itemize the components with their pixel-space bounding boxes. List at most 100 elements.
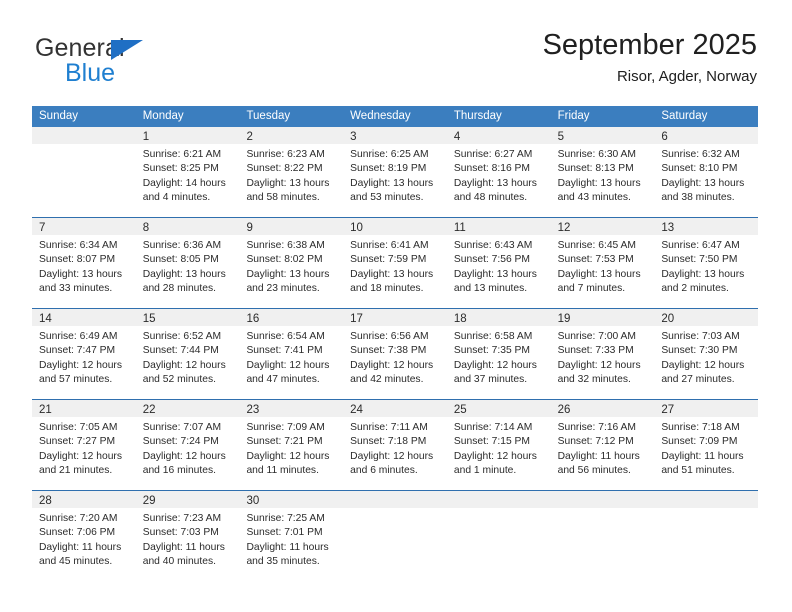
sunset-text: Sunset: 7:33 PM: [557, 345, 634, 357]
day-details: Sunrise: 7:20 AM Sunset: 7:06 PM Daylight:…: [32, 508, 136, 570]
day-details: Sunrise: 6:54 AM Sunset: 7:41 PM Daylight:…: [239, 326, 343, 388]
calendar-day-cell[interactable]: 4 Sunrise: 6:27 AM Sunset: 8:16 PM Daylight…: [446, 127, 551, 217]
sunrise-text: Sunrise: 6:32 AM: [661, 149, 740, 160]
calendar-day-cell[interactable]: 24 Sunrise: 7:11 AM Sunset: 7:18 PM Dayligh…: [343, 400, 447, 490]
sunrise-text: Sunrise: 7:09 AM: [246, 422, 325, 433]
calendar-day-cell[interactable]: 21 Sunrise: 7:05 AM Sunset: 7:27 PM Dayligh…: [32, 400, 136, 490]
day-number-band: 6: [654, 127, 759, 144]
day-details: Sunrise: 6:21 AM Sunset: 8:25 PM Daylight:…: [136, 144, 240, 206]
calendar-day-cell[interactable]: 13 Sunrise: 6:47 AM Sunset: 7:50 PM Dayligh…: [654, 218, 759, 308]
calendar-day-cell[interactable]: 19 Sunrise: 7:00 AM Sunset: 7:33 PM Dayligh…: [550, 309, 655, 399]
sunset-text: Sunset: 8:19 PM: [350, 163, 427, 175]
calendar-day-cell[interactable]: 18 Sunrise: 6:58 AM Sunset: 7:35 PM Dayligh…: [446, 309, 551, 399]
daylight-text: Daylight: 13 hours and 28 minutes.: [142, 268, 226, 295]
day-number-band: 13: [654, 218, 759, 235]
day-details: Sunrise: 7:14 AM Sunset: 7:15 PM Daylight:…: [447, 417, 551, 479]
sunrise-text: Sunrise: 7:07 AM: [142, 422, 222, 433]
daylight-text: Daylight: 11 hours and 51 minutes.: [661, 450, 744, 477]
calendar-day-cell[interactable]: 14 Sunrise: 6:49 AM Sunset: 7:47 PM Dayligh…: [32, 309, 136, 399]
sunset-text: Sunset: 7:44 PM: [142, 345, 219, 357]
sunrise-text: Sunrise: 6:34 AM: [39, 240, 118, 251]
sunrise-text: Sunrise: 6:43 AM: [453, 240, 533, 251]
calendar-day-cell[interactable]: 9 Sunrise: 6:38 AM Sunset: 8:02 PM Daylight…: [239, 218, 344, 308]
calendar-day-cell[interactable]: 23 Sunrise: 7:09 AM Sunset: 7:21 PM Dayligh…: [239, 400, 344, 490]
calendar-day-cell[interactable]: 30 Sunrise: 7:25 AM Sunset: 7:01 PM Dayligh…: [239, 491, 344, 581]
calendar-day-cell[interactable]: 10 Sunrise: 6:41 AM Sunset: 7:59 PM Dayligh…: [343, 218, 447, 308]
day-number-band: 3: [343, 127, 447, 144]
calendar-day-cell-empty: [446, 491, 551, 581]
day-number: 9: [246, 222, 253, 234]
daylight-text: Daylight: 11 hours and 35 minutes.: [246, 541, 329, 568]
sunset-text: Sunset: 7:38 PM: [350, 345, 427, 357]
sunrise-text: Sunrise: 6:52 AM: [142, 331, 222, 342]
calendar-day-cell[interactable]: 20 Sunrise: 7:03 AM Sunset: 7:30 PM Dayligh…: [654, 309, 759, 399]
calendar-day-cell[interactable]: 17 Sunrise: 6:56 AM Sunset: 7:38 PM Dayligh…: [343, 309, 447, 399]
sunrise-text: Sunrise: 7:03 AM: [661, 331, 740, 342]
day-number-band: 20: [654, 309, 759, 326]
day-number-band: 24: [343, 400, 447, 417]
calendar-day-cell[interactable]: 27 Sunrise: 7:18 AM Sunset: 7:09 PM Dayligh…: [654, 400, 759, 490]
calendar-weeks: 1 Sunrise: 6:21 AM Sunset: 8:25 PM Daylight…: [32, 127, 759, 581]
daylight-text: Daylight: 13 hours and 18 minutes.: [350, 268, 434, 295]
day-number-band: 18: [446, 309, 551, 326]
day-details: Sunrise: 6:30 AM Sunset: 8:13 PM Daylight:…: [551, 144, 655, 206]
calendar-day-cell[interactable]: 1 Sunrise: 6:21 AM Sunset: 8:25 PM Daylight…: [135, 127, 240, 217]
sunrise-text: Sunrise: 7:16 AM: [557, 422, 637, 433]
calendar-day-cell[interactable]: 3 Sunrise: 6:25 AM Sunset: 8:19 PM Daylight…: [343, 127, 447, 217]
sunrise-text: Sunrise: 7:00 AM: [557, 331, 637, 342]
title-block: September 2025 Risor, Agder, Norway: [543, 28, 757, 87]
calendar-week-row: 1 Sunrise: 6:21 AM Sunset: 8:25 PM Daylight…: [32, 127, 759, 217]
sunset-text: Sunset: 8:13 PM: [557, 163, 634, 175]
day-number-band: 12: [550, 218, 655, 235]
calendar-day-cell[interactable]: 28 Sunrise: 7:20 AM Sunset: 7:06 PM Dayligh…: [32, 491, 136, 581]
sunset-text: Sunset: 7:41 PM: [246, 345, 323, 357]
day-number: 27: [661, 404, 675, 416]
sunset-text: Sunset: 7:56 PM: [453, 254, 531, 266]
page-header: General Blue September 2025 Risor, Agder…: [0, 0, 792, 100]
daylight-text: Daylight: 13 hours and 7 minutes.: [557, 268, 641, 295]
sunrise-text: Sunrise: 7:18 AM: [661, 422, 740, 433]
day-number-band: [32, 127, 136, 144]
day-details: Sunrise: 6:49 AM Sunset: 7:47 PM Daylight:…: [32, 326, 136, 388]
weekday-header-saturday: Saturday: [661, 110, 708, 122]
day-number: 30: [246, 495, 260, 507]
calendar-day-cell[interactable]: 12 Sunrise: 6:45 AM Sunset: 7:53 PM Dayligh…: [550, 218, 655, 308]
sunrise-text: Sunrise: 7:14 AM: [453, 422, 533, 433]
weekday-header-sunday: Sunday: [39, 110, 79, 122]
day-number: 11: [453, 222, 466, 234]
day-number: 14: [39, 313, 52, 325]
day-number: 29: [142, 495, 156, 507]
calendar-day-cell[interactable]: 2 Sunrise: 6:23 AM Sunset: 8:22 PM Daylight…: [239, 127, 344, 217]
calendar-day-cell[interactable]: 22 Sunrise: 7:07 AM Sunset: 7:24 PM Dayligh…: [135, 400, 240, 490]
general-blue-logo[interactable]: General Blue: [35, 34, 225, 90]
calendar-day-cell[interactable]: 15 Sunrise: 6:52 AM Sunset: 7:44 PM Dayligh…: [135, 309, 240, 399]
calendar-grid: Sunday Monday Tuesday Wednesday Thursday…: [32, 106, 759, 581]
sunset-text: Sunset: 8:05 PM: [142, 254, 219, 266]
sunrise-text: Sunrise: 7:20 AM: [39, 513, 118, 524]
calendar-day-cell[interactable]: 7 Sunrise: 6:34 AM Sunset: 8:07 PM Daylight…: [32, 218, 136, 308]
day-details: Sunrise: 6:43 AM Sunset: 7:56 PM Daylight:…: [447, 235, 551, 297]
sunset-text: Sunset: 7:59 PM: [350, 254, 427, 266]
daylight-text: Daylight: 14 hours and 4 minutes.: [142, 177, 226, 204]
day-number-band: 9: [239, 218, 344, 235]
sunrise-text: Sunrise: 7:11 AM: [350, 422, 428, 433]
calendar-day-cell-empty: [654, 491, 759, 581]
calendar-day-cell[interactable]: 6 Sunrise: 6:32 AM Sunset: 8:10 PM Daylight…: [654, 127, 759, 217]
day-number-band: 28: [32, 491, 136, 508]
day-number-band: 19: [550, 309, 655, 326]
calendar-day-cell[interactable]: 16 Sunrise: 6:54 AM Sunset: 7:41 PM Dayligh…: [239, 309, 344, 399]
day-number-band: [446, 491, 551, 508]
calendar-day-cell[interactable]: 5 Sunrise: 6:30 AM Sunset: 8:13 PM Daylight…: [550, 127, 655, 217]
day-details: Sunrise: 7:11 AM Sunset: 7:18 PM Daylight:…: [343, 417, 447, 479]
calendar-day-cell[interactable]: 8 Sunrise: 6:36 AM Sunset: 8:05 PM Daylight…: [135, 218, 240, 308]
day-details: Sunrise: 7:09 AM Sunset: 7:21 PM Daylight:…: [239, 417, 343, 479]
daylight-text: Daylight: 12 hours and 32 minutes.: [557, 359, 641, 386]
daylight-text: Daylight: 13 hours and 43 minutes.: [557, 177, 641, 204]
day-number: 4: [453, 131, 461, 143]
calendar-day-cell[interactable]: 11 Sunrise: 6:43 AM Sunset: 7:56 PM Dayligh…: [446, 218, 551, 308]
calendar-day-cell[interactable]: 25 Sunrise: 7:14 AM Sunset: 7:15 PM Dayligh…: [446, 400, 551, 490]
day-number-band: 17: [343, 309, 447, 326]
daylight-text: Daylight: 12 hours and 21 minutes.: [39, 450, 122, 477]
calendar-day-cell[interactable]: 26 Sunrise: 7:16 AM Sunset: 7:12 PM Dayligh…: [550, 400, 655, 490]
calendar-day-cell[interactable]: 29 Sunrise: 7:23 AM Sunset: 7:03 PM Dayligh…: [135, 491, 240, 581]
